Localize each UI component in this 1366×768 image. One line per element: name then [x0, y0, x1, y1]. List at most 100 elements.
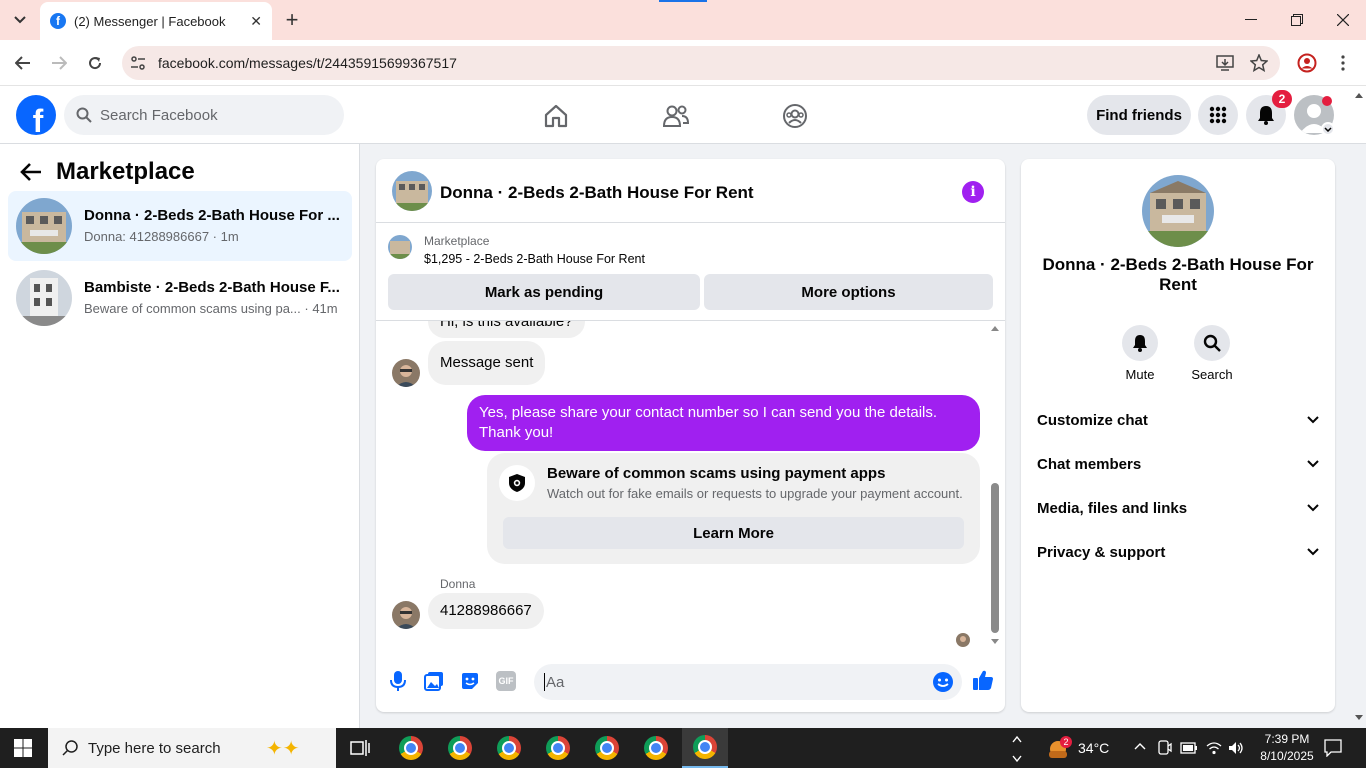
conversation-item[interactable]: Donna · 2-Beds 2-Bath House For ... Donn… — [8, 191, 352, 261]
message-bubble-incoming: Message sent — [428, 341, 546, 385]
back-button[interactable] — [8, 48, 38, 78]
search-icon — [1194, 325, 1230, 361]
forward-button[interactable] — [44, 48, 74, 78]
scam-warning-card: Beware of common scams using payment app… — [487, 453, 980, 564]
chrome-taskbar-icon[interactable] — [540, 732, 576, 764]
windows-start-icon[interactable] — [14, 739, 32, 757]
back-arrow-icon[interactable] — [20, 162, 42, 182]
message-bubble-incoming-partial: Hi, is this available? — [428, 321, 585, 338]
browser-menu-icon[interactable] — [1328, 48, 1358, 78]
page-scrollbar[interactable] — [1352, 88, 1366, 728]
bookmark-star-icon[interactable] — [1250, 54, 1268, 72]
facebook-logo[interactable]: f — [16, 95, 56, 135]
chrome-taskbar-icon[interactable] — [442, 732, 478, 764]
photo-icon[interactable] — [424, 671, 444, 691]
notification-badge: 2 — [1272, 90, 1292, 108]
weather-temperature[interactable]: 34°C — [1078, 740, 1109, 756]
customize-chat-section[interactable]: Customize chat — [1037, 398, 1319, 442]
chat-title[interactable]: Donna · 2-Beds 2-Bath House For Rent — [440, 183, 754, 203]
clock-time[interactable]: 7:39 PM — [1252, 732, 1322, 746]
message-input[interactable]: Aa — [534, 664, 962, 700]
chevron-down-icon — [1307, 504, 1319, 512]
listing-profile-photo[interactable] — [1142, 175, 1214, 247]
close-window-button[interactable] — [1320, 0, 1366, 40]
message-scrollbar[interactable] — [988, 323, 1002, 651]
facebook-header: f Search Facebook Find friends 2 — [0, 86, 1366, 144]
account-status-dot — [1322, 96, 1332, 106]
friends-nav-icon[interactable] — [658, 98, 694, 134]
notification-center-icon[interactable] — [1324, 739, 1342, 757]
chrome-taskbar-icon[interactable] — [589, 732, 625, 764]
mute-label: Mute — [1125, 367, 1155, 382]
groups-nav-icon[interactable] — [777, 98, 813, 134]
section-label: Privacy & support — [1037, 543, 1166, 561]
marketplace-listing-strip: Marketplace $1,295 - 2-Beds 2-Bath House… — [376, 223, 1005, 321]
mute-action[interactable]: Mute — [1110, 325, 1170, 382]
install-app-icon[interactable] — [1216, 54, 1234, 72]
microphone-icon[interactable] — [390, 670, 406, 692]
search-action[interactable]: Search — [1182, 325, 1242, 382]
tab-search-button[interactable] — [8, 8, 32, 32]
sparkle-icon: ✦✦ — [266, 738, 300, 760]
wifi-icon[interactable] — [1206, 741, 1222, 755]
battery-icon[interactable] — [1180, 742, 1198, 754]
info-icon[interactable]: i — [962, 181, 984, 203]
tab-title: (2) Messenger | Facebook — [74, 13, 226, 29]
chrome-taskbar-icon-active[interactable] — [682, 728, 728, 768]
clock-date[interactable]: 8/10/2025 — [1252, 749, 1322, 763]
tab-close-icon[interactable]: ✕ — [250, 13, 262, 30]
emoji-icon[interactable] — [932, 671, 954, 693]
meet-now-icon[interactable] — [1158, 740, 1172, 756]
privacy-support-section[interactable]: Privacy & support — [1037, 530, 1319, 574]
scam-warning-body: Watch out for fake emails or requests to… — [547, 486, 963, 501]
restore-button[interactable] — [1274, 0, 1320, 40]
chat-members-section[interactable]: Chat members — [1037, 442, 1319, 486]
profile-icon[interactable] — [1292, 48, 1322, 78]
url-text: facebook.com/messages/t/2443591569936751… — [158, 55, 457, 71]
chat-details-panel: Donna · 2-Beds 2-Bath House For Rent Mut… — [1021, 159, 1335, 712]
chat-listing-thumbnail[interactable] — [392, 171, 432, 211]
reload-button[interactable] — [80, 48, 110, 78]
listing-name: Donna · 2-Beds 2-Bath House For Rent — [1042, 255, 1314, 294]
listing-mini-thumbnail — [388, 235, 412, 259]
listing-price-title[interactable]: $1,295 - 2-Beds 2-Bath House For Rent — [424, 252, 645, 266]
site-settings-icon[interactable] — [130, 55, 146, 71]
media-files-links-section[interactable]: Media, files and links — [1037, 486, 1319, 530]
show-hidden-icons-chevron-up-icon[interactable] — [1134, 742, 1146, 750]
chat-window: Donna · 2-Beds 2-Bath House For Rent i M… — [376, 159, 1005, 712]
search-placeholder: Search Facebook — [100, 106, 218, 124]
chevron-down-icon — [1307, 548, 1319, 556]
search-icon — [76, 107, 92, 123]
find-friends-button[interactable]: Find friends — [1087, 95, 1191, 135]
scam-warning-title: Beware of common scams using payment app… — [547, 465, 886, 482]
more-options-button[interactable]: More options — [704, 274, 993, 310]
facebook-favicon-icon: f — [50, 13, 66, 29]
address-bar[interactable]: facebook.com/messages/t/2443591569936751… — [122, 46, 1280, 80]
chrome-taskbar-icon[interactable] — [638, 732, 674, 764]
mark-as-pending-button[interactable]: Mark as pending — [388, 274, 700, 310]
chrome-taskbar-icon[interactable] — [393, 732, 429, 764]
new-tab-button[interactable]: + — [280, 7, 304, 32]
gif-icon[interactable]: GIF — [496, 671, 516, 691]
chrome-taskbar-icon[interactable] — [491, 732, 527, 764]
conversation-preview: Beware of common scams using pa... · 41m — [84, 301, 338, 316]
taskbar-scroll-arrows[interactable] — [1010, 730, 1024, 766]
thumbs-up-icon[interactable] — [972, 669, 994, 691]
menu-grid-button[interactable] — [1198, 95, 1238, 135]
learn-more-button[interactable]: Learn More — [503, 517, 964, 549]
browser-tab-active[interactable]: f (2) Messenger | Facebook ✕ — [40, 2, 272, 40]
volume-icon[interactable] — [1228, 741, 1244, 755]
minimize-button[interactable] — [1228, 0, 1274, 40]
taskbar-search-box[interactable]: Type here to search ✦✦ — [48, 728, 336, 768]
text-cursor — [544, 673, 545, 691]
home-nav-icon[interactable] — [538, 98, 574, 134]
sticker-icon[interactable] — [460, 671, 480, 691]
task-view-icon[interactable] — [342, 732, 378, 764]
sender-avatar — [392, 601, 420, 629]
section-label: Media, files and links — [1037, 499, 1188, 517]
facebook-search-input[interactable]: Search Facebook — [64, 95, 344, 135]
marketplace-conversations-panel: Marketplace Donna · 2-Beds 2-Bath House … — [0, 144, 360, 728]
account-dropdown-icon[interactable] — [1321, 122, 1335, 136]
listing-thumbnail — [16, 270, 72, 326]
conversation-item[interactable]: Bambiste · 2-Beds 2-Bath House F... Bewa… — [8, 263, 352, 333]
